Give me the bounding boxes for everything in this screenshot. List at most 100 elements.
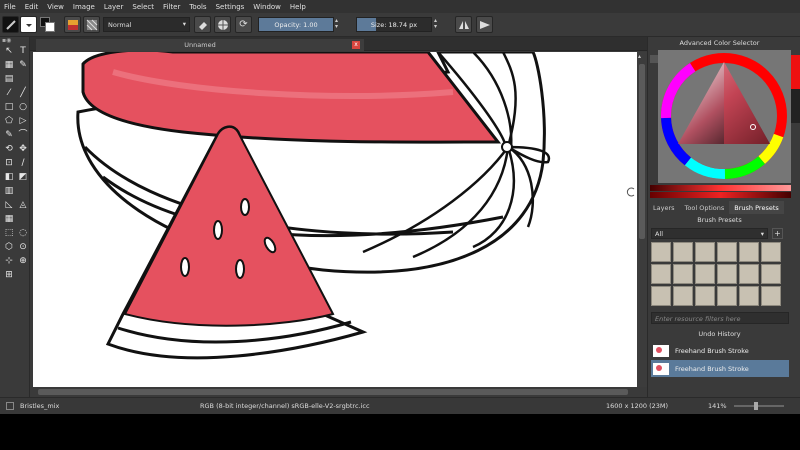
colorspace-info[interactable]: RGB (8-bit integer/channel) sRGB-elle-V2… bbox=[200, 402, 370, 410]
menu-image[interactable]: Image bbox=[73, 3, 95, 11]
rectangle-tool-icon[interactable]: □ bbox=[3, 102, 15, 113]
outline-select-tool-icon[interactable]: ⊙ bbox=[17, 242, 29, 253]
resource-filter-input[interactable]: Enter resource filters here bbox=[651, 312, 789, 324]
size-spin[interactable]: ▴ ▾ bbox=[434, 18, 437, 30]
shade-strip[interactable] bbox=[650, 185, 791, 191]
colorize-mask-tool-icon[interactable]: ▥ bbox=[3, 186, 15, 197]
ellipse-select-tool-icon[interactable]: ◌ bbox=[17, 228, 29, 239]
freehand-brush-tool-icon[interactable]: ⁄ bbox=[3, 88, 15, 99]
polygon-tool-icon[interactable]: ⬠ bbox=[3, 116, 15, 127]
brush-preset-item[interactable] bbox=[739, 242, 759, 262]
tab-tool-options[interactable]: Tool Options bbox=[680, 201, 730, 214]
background-color-swatch[interactable] bbox=[45, 22, 55, 32]
brush-preset-item[interactable] bbox=[761, 242, 781, 262]
tab-layers[interactable]: Layers bbox=[648, 201, 680, 214]
color-wheel[interactable] bbox=[658, 50, 791, 183]
reference-images-tool-icon[interactable]: ▦ bbox=[3, 214, 15, 225]
horizontal-scroll-thumb[interactable] bbox=[38, 389, 628, 395]
bezier-select-tool-icon[interactable]: ⊞ bbox=[3, 270, 15, 281]
opacity-spin[interactable]: ▴ ▾ bbox=[335, 18, 338, 30]
text-tool-icon[interactable]: T bbox=[17, 46, 29, 57]
brush-preset-item[interactable] bbox=[651, 242, 671, 262]
gradient-editor-tool-icon[interactable]: ▤ bbox=[3, 74, 15, 85]
polyline-tool-icon[interactable]: ▷ bbox=[17, 116, 29, 127]
brush-preset-item[interactable] bbox=[717, 264, 737, 284]
horizontal-scrollbar[interactable] bbox=[30, 387, 637, 397]
brush-preset-item[interactable] bbox=[761, 286, 781, 306]
menu-layer[interactable]: Layer bbox=[104, 3, 124, 11]
opacity-slider[interactable]: Opacity: 1.00 bbox=[258, 17, 334, 32]
history-item-selected[interactable]: Freehand Brush Stroke bbox=[651, 360, 789, 377]
history-item[interactable]: Freehand Brush Stroke bbox=[651, 342, 789, 359]
gradient-button[interactable] bbox=[64, 16, 81, 33]
brush-preset-item[interactable] bbox=[717, 286, 737, 306]
pattern-button[interactable] bbox=[20, 16, 37, 33]
brush-preset-item[interactable] bbox=[739, 264, 759, 284]
menu-view[interactable]: View bbox=[47, 3, 64, 11]
measure-tool-icon[interactable]: ◬ bbox=[17, 200, 29, 211]
eraser-mode-button[interactable] bbox=[194, 16, 211, 33]
similar-select-tool-icon[interactable]: ⊕ bbox=[17, 256, 29, 267]
brush-tag-select[interactable]: All ▾ bbox=[651, 228, 768, 239]
zoom-slider-handle[interactable] bbox=[754, 402, 758, 410]
brush-preset-item[interactable] bbox=[651, 264, 671, 284]
brush-preset-item[interactable] bbox=[717, 242, 737, 262]
brush-preset-item[interactable] bbox=[673, 264, 693, 284]
brush-preset-item[interactable] bbox=[673, 242, 693, 262]
rect-select-tool-icon[interactable]: ⬚ bbox=[3, 228, 15, 239]
ellipse-tool-icon[interactable]: ○ bbox=[17, 102, 29, 113]
assistant-tool-icon[interactable]: ◺ bbox=[3, 200, 15, 211]
add-tag-button[interactable]: + bbox=[772, 228, 783, 239]
size-slider[interactable]: Size: 18.74 px bbox=[356, 17, 432, 32]
brush-preset-item[interactable] bbox=[695, 264, 715, 284]
edit-shapes-tool-icon[interactable]: ▦ bbox=[3, 60, 15, 71]
drawing-canvas[interactable] bbox=[33, 52, 637, 387]
mirror-horizontal-button[interactable] bbox=[455, 16, 472, 33]
reload-preset-button[interactable]: ⟳ bbox=[235, 16, 252, 33]
toolbox-close-icon[interactable]: ▪◉ bbox=[2, 37, 11, 44]
document-tab[interactable]: Unnamed x bbox=[36, 39, 364, 51]
scroll-up-icon[interactable]: ▴ bbox=[638, 53, 641, 60]
mirror-vertical-button[interactable] bbox=[476, 16, 493, 33]
color-picker-tool-icon[interactable]: ◩ bbox=[17, 172, 29, 183]
calligraphy-tool-icon[interactable]: ✎ bbox=[17, 60, 29, 71]
contiguous-select-tool-icon[interactable]: ⊹ bbox=[3, 256, 15, 267]
menu-window[interactable]: Window bbox=[253, 3, 281, 11]
transform-tool-icon[interactable]: ∕ bbox=[17, 158, 29, 169]
menu-filter[interactable]: Filter bbox=[163, 3, 180, 11]
pattern-fill-button[interactable] bbox=[83, 16, 100, 33]
brush-preset-item[interactable] bbox=[739, 286, 759, 306]
shade-strip-2[interactable] bbox=[650, 192, 791, 198]
brush-preset-item[interactable] bbox=[651, 286, 671, 306]
menu-select[interactable]: Select bbox=[132, 3, 154, 11]
freehand-path-tool-icon[interactable]: ⌒ bbox=[17, 130, 29, 141]
vertical-scroll-thumb[interactable] bbox=[639, 64, 645, 239]
fill-tool-icon[interactable]: ◧ bbox=[3, 172, 15, 183]
zoom-level[interactable]: 141% bbox=[708, 402, 727, 410]
close-icon[interactable]: x bbox=[352, 41, 360, 49]
preserve-alpha-button[interactable] bbox=[214, 16, 231, 33]
blend-mode-select[interactable]: Normal ▾ bbox=[103, 17, 190, 32]
brush-preset-button[interactable] bbox=[2, 16, 19, 33]
menu-settings[interactable]: Settings bbox=[216, 3, 245, 11]
brush-preset-item[interactable] bbox=[695, 242, 715, 262]
move-tool-icon[interactable]: ✥ bbox=[17, 144, 29, 155]
polygon-select-tool-icon[interactable]: ⬡ bbox=[3, 242, 15, 253]
line-tool-icon[interactable]: ╱ bbox=[17, 88, 29, 99]
brush-preset-item[interactable] bbox=[761, 264, 781, 284]
settings-icon[interactable] bbox=[650, 55, 658, 63]
tab-brush-presets[interactable]: Brush Presets bbox=[729, 201, 784, 214]
brush-preset-item[interactable] bbox=[673, 286, 693, 306]
menu-file[interactable]: File bbox=[4, 3, 16, 11]
color-swatch[interactable] bbox=[39, 16, 56, 33]
menu-help[interactable]: Help bbox=[290, 3, 306, 11]
bezier-tool-icon[interactable]: ✎ bbox=[3, 130, 15, 141]
select-shapes-tool-icon[interactable]: ↖ bbox=[3, 46, 15, 57]
vertical-scrollbar[interactable]: ▴ bbox=[637, 52, 647, 387]
zoom-slider[interactable] bbox=[734, 402, 784, 410]
color-selector[interactable] bbox=[658, 50, 791, 183]
crop-tool-icon[interactable]: ⊡ bbox=[3, 158, 15, 169]
menu-tools[interactable]: Tools bbox=[189, 3, 206, 11]
dynamic-brush-tool-icon[interactable]: ⟲ bbox=[3, 144, 15, 155]
brush-preset-item[interactable] bbox=[695, 286, 715, 306]
